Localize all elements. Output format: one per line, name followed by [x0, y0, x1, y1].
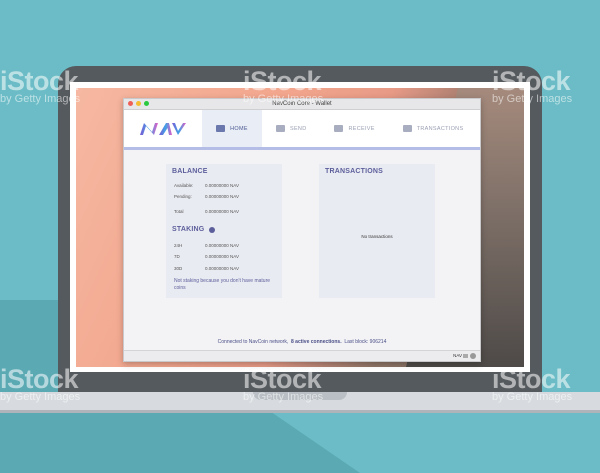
last-block: Last block: 906214: [344, 339, 387, 345]
send-icon: [276, 125, 285, 132]
status-bar: NAV: [124, 350, 480, 361]
staking-row-30d: 30D 0.00000000 NAV: [174, 266, 239, 271]
tab-home[interactable]: HOME: [202, 110, 262, 147]
main-content: BALANCE Available: 0.00000000 NAV Pendin…: [124, 150, 480, 349]
unit-label[interactable]: NAV: [453, 353, 462, 358]
lock-icon: [463, 354, 468, 358]
receive-icon: [334, 125, 344, 132]
pending-label: Pending:: [174, 194, 192, 199]
title-bar: NavCoin Core - Wallet: [124, 99, 480, 110]
network-status-prefix: Connected to NavCoin network,: [217, 339, 289, 345]
staking-toggle-icon[interactable]: [209, 226, 216, 233]
available-label: Available:: [174, 183, 194, 188]
app-window: NavCoin Core - Wallet HOME SEND RECEIVE …: [123, 98, 481, 362]
balance-row-available: Available: 0.00000000 NAV: [174, 183, 239, 188]
tab-receive-label: RECEIVE: [348, 125, 375, 132]
total-label: Total: [174, 209, 184, 214]
nav-logo-icon: [140, 122, 186, 135]
nav-logo: [124, 110, 202, 147]
tab-home-label: HOME: [230, 125, 248, 132]
network-status: Connected to NavCoin network, 8 active c…: [124, 339, 480, 345]
staking-7d-label: 7D: [174, 254, 180, 259]
transactions-title: TRANSACTIONS: [325, 168, 384, 175]
network-connections: 8 active connections.: [291, 339, 342, 345]
available-value: 0.00000000 NAV: [205, 183, 239, 188]
no-transactions-text: No transactions: [361, 234, 393, 239]
staking-24h-label: 24H: [174, 243, 183, 248]
tab-transactions-label: TRANSACTIONS: [416, 125, 464, 132]
balance-row-pending: Pending: 0.00000000 NAV: [174, 194, 239, 199]
staking-row-7d: 7D 0.00000000 NAV: [174, 254, 239, 259]
minimize-window-button[interactable]: [136, 101, 141, 106]
tab-transactions[interactable]: TRANSACTIONS: [389, 110, 478, 147]
staking-title: STAKING: [172, 226, 205, 233]
sync-icon: [470, 353, 476, 359]
balance-panel: BALANCE Available: 0.00000000 NAV Pendin…: [166, 164, 282, 298]
balance-row-total: Total 0.00000000 NAV: [174, 209, 239, 214]
staking-row-24h: 24H 0.00000000 NAV: [174, 243, 239, 248]
staking-status-message: Not staking because you don't have matur…: [174, 278, 271, 291]
staking-30d-label: 30D: [174, 266, 183, 271]
home-icon: [216, 125, 226, 132]
close-window-button[interactable]: [128, 101, 133, 106]
tab-receive[interactable]: RECEIVE: [320, 110, 388, 147]
nav-bar: HOME SEND RECEIVE TRANSACTIONS: [124, 110, 480, 150]
transactions-panel: TRANSACTIONS No transactions: [319, 164, 435, 298]
total-value: 0.00000000 NAV: [205, 209, 239, 214]
balance-title: BALANCE: [172, 168, 208, 175]
pending-value: 0.00000000 NAV: [205, 194, 239, 199]
staking-24h-value: 0.00000000 NAV: [205, 243, 239, 248]
maximize-window-button[interactable]: [144, 101, 149, 106]
laptop-notch: [253, 392, 347, 400]
staking-30d-value: 0.00000000 NAV: [205, 266, 239, 271]
tab-send-label: SEND: [290, 125, 307, 132]
window-title: NavCoin Core - Wallet: [272, 101, 332, 107]
folder-icon: [402, 125, 412, 132]
tab-send[interactable]: SEND: [262, 110, 320, 147]
staking-7d-value: 0.00000000 NAV: [205, 254, 239, 259]
staking-header: STAKING: [172, 226, 216, 233]
